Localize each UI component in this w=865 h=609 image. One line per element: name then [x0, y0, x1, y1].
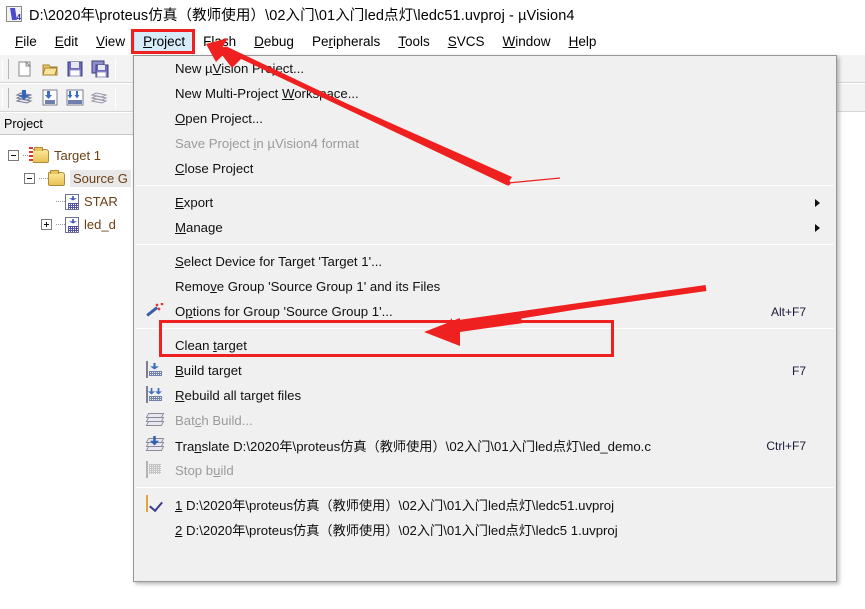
menubar-item-edit[interactable]: Edit [46, 31, 87, 52]
menubar-item-view[interactable]: View [87, 31, 134, 52]
menu-item-rebuild-all[interactable]: Rebuild all target files [134, 383, 836, 408]
toolbar-separator-2 [115, 87, 116, 108]
menubar-item-window[interactable]: Window [494, 31, 560, 52]
menu-item-label: Save Project in µVision4 format [175, 136, 360, 151]
folder-icon [48, 169, 65, 186]
menu-item-shortcut: Alt+F7 [770, 304, 806, 319]
menubar-item-project[interactable]: Project [134, 30, 195, 52]
source-file-icon [65, 216, 79, 233]
menu-item-select-device[interactable]: Select Device for Target 'Target 1'... [134, 249, 836, 274]
menu-item-label: New Multi-Project Workspace... [175, 86, 359, 101]
menu-item-batch-build: Batch Build... [134, 408, 836, 433]
tree-connector [39, 178, 48, 179]
new-file-icon[interactable] [12, 57, 37, 81]
translate-icon [145, 435, 166, 455]
menu-separator [136, 328, 834, 329]
rebuild-icon [146, 385, 166, 405]
submenu-arrow-icon [815, 198, 820, 207]
tree-connector [56, 201, 65, 202]
menubar-item-file[interactable]: File [6, 31, 46, 52]
menu-bar: File Edit View Project Flash Debug Peripherals… [0, 28, 865, 54]
target-folder-icon [29, 146, 49, 163]
menu-item-label: Close Project [175, 161, 254, 176]
rebuild-all-icon[interactable] [62, 86, 87, 110]
menubar-item-peripherals[interactable]: Peripherals [303, 31, 389, 52]
tree-item-label: STAR [84, 194, 118, 209]
project-menu-list: New µVision Project... New Multi-Project … [134, 56, 836, 542]
translate-icon[interactable] [12, 86, 37, 110]
menu-item-label: Select Device for Target 'Target 1'... [175, 254, 383, 269]
menu-item-label: Translate D:\2020年\proteus仿真（教师使用）\02入门\… [175, 439, 651, 454]
collapse-icon[interactable] [24, 173, 35, 184]
menubar-item-help[interactable]: Help [560, 31, 606, 52]
expand-icon[interactable] [41, 219, 52, 230]
uvision-window: D:\2020年\proteus仿真（教师使用）\02入门\01入门led点灯\… [0, 0, 865, 609]
menubar-item-svcs[interactable]: SVCS [439, 31, 494, 52]
menu-item-close-project[interactable]: Close Project [134, 156, 836, 181]
menu-separator [136, 244, 834, 245]
batch-icon [145, 412, 166, 430]
source-file-icon [65, 193, 79, 210]
menu-item-label: Batch Build... [175, 413, 253, 428]
stop-icon [146, 460, 166, 480]
project-dropdown-menu: New µVision Project... New Multi-Project … [133, 55, 837, 582]
tree-item-label: led_d [84, 217, 116, 232]
menu-item-shortcut: Ctrl+F7 [766, 438, 806, 453]
toolbar-separator [115, 58, 116, 79]
tree-item-label: Target 1 [54, 148, 101, 163]
menu-item-label: Export [175, 195, 214, 210]
menubar-item-debug[interactable]: Debug [245, 31, 303, 52]
menu-item-save-project-uv4: Save Project in µVision4 format [134, 131, 836, 156]
menu-item-label: 1 D:\2020年\proteus仿真（教师使用）\02入门\01入门led点… [175, 498, 615, 513]
menu-item-manage[interactable]: Manage [134, 215, 836, 240]
menu-item-label: Remove Group 'Source Group 1' and its Fi… [175, 279, 441, 294]
toolbar-grip[interactable] [2, 58, 9, 79]
menu-item-build-target[interactable]: Build target F7 [134, 358, 836, 383]
menu-item-recent-2[interactable]: 2 D:\2020年\proteus仿真（教师使用）\02入门\01入门led点… [134, 517, 836, 542]
tree-item-label: Source G [70, 170, 131, 187]
menu-item-label: Clean target [175, 338, 247, 353]
checkmark-icon [146, 494, 166, 514]
menu-item-label: New µVision Project... [175, 61, 305, 76]
menu-item-new-uvision-project[interactable]: New µVision Project... [134, 56, 836, 81]
menu-item-options-for-group[interactable]: Options for Group 'Source Group 1'... Alt… [134, 299, 836, 324]
build-target-icon[interactable] [37, 86, 62, 110]
menu-item-stop-build: Stop build [134, 458, 836, 483]
save-all-icon[interactable] [87, 57, 112, 81]
menu-item-recent-1[interactable]: 1 D:\2020年\proteus仿真（教师使用）\02入门\01入门led点… [134, 492, 836, 517]
menu-item-label: Manage [175, 220, 223, 235]
title-bar: D:\2020年\proteus仿真（教师使用）\02入门\01入门led点灯\… [0, 0, 865, 28]
batch-build-icon[interactable] [87, 86, 112, 110]
build-icon [146, 360, 166, 380]
menu-item-label: Open Project... [175, 111, 263, 126]
window-title: D:\2020年\proteus仿真（教师使用）\02入门\01入门led点灯\… [29, 7, 575, 24]
menu-separator [136, 487, 834, 488]
collapse-icon[interactable] [8, 150, 19, 161]
menu-item-clean-target[interactable]: Clean target [134, 333, 836, 358]
submenu-arrow-icon [815, 223, 820, 232]
menubar-item-tools[interactable]: Tools [389, 31, 439, 52]
uvision4-icon [6, 6, 22, 22]
menu-item-shortcut: F7 [791, 363, 806, 378]
menu-item-translate-file[interactable]: Translate D:\2020年\proteus仿真（教师使用）\02入门\… [134, 433, 836, 458]
save-icon[interactable] [62, 57, 87, 81]
menu-item-label: 2 D:\2020年\proteus仿真（教师使用）\02入门\01入门led点… [175, 523, 618, 538]
toolbar-grip-2[interactable] [2, 87, 9, 108]
menu-item-label: Rebuild all target files [175, 388, 302, 403]
wand-icon [146, 303, 166, 321]
tree-connector [56, 224, 65, 225]
menu-item-label: Stop build [175, 463, 234, 478]
menu-item-new-multi-project[interactable]: New Multi-Project Workspace... [134, 81, 836, 106]
menu-item-open-project[interactable]: Open Project... [134, 106, 836, 131]
menu-separator [136, 185, 834, 186]
open-folder-icon[interactable] [37, 57, 62, 81]
menu-item-export[interactable]: Export [134, 190, 836, 215]
menu-item-label: Build target [175, 363, 242, 378]
menu-item-remove-group[interactable]: Remove Group 'Source Group 1' and its Fi… [134, 274, 836, 299]
menu-item-label: Options for Group 'Source Group 1'... [175, 304, 393, 319]
menubar-item-flash[interactable]: Flash [194, 31, 245, 52]
